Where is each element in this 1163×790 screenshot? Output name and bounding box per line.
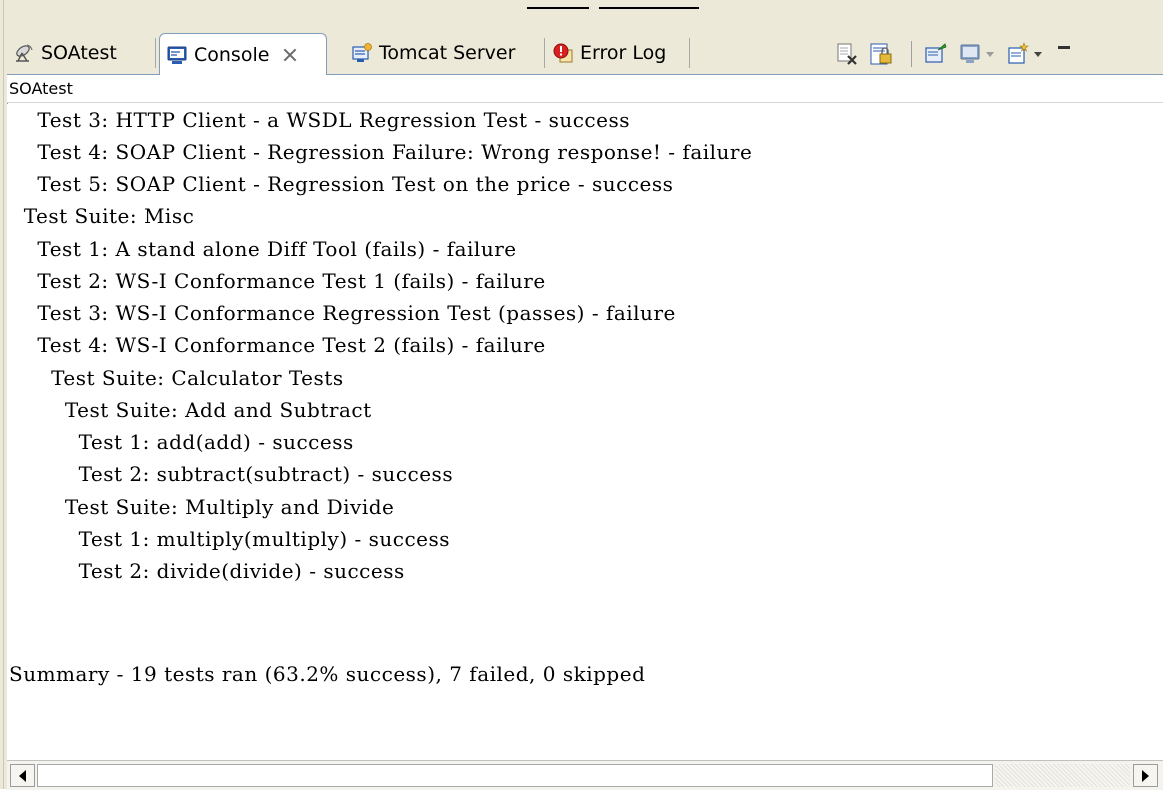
tab-label: Console bbox=[194, 43, 270, 66]
console-name-bar: SOAtest bbox=[7, 75, 1163, 103]
view-tab-bar: SOAtest Console Tomcat Server Error Log bbox=[7, 30, 1163, 75]
console-output[interactable]: Test 3: HTTP Client - a WSDL Regression … bbox=[7, 104, 1163, 760]
console-line: Test 1: multiply(multiply) - success bbox=[10, 527, 451, 551]
chevron-down-icon[interactable] bbox=[1034, 51, 1042, 57]
tab-console[interactable]: Console bbox=[159, 33, 327, 75]
console-line: Test Suite: Calculator Tests bbox=[10, 366, 344, 390]
tab-tomcat-server[interactable]: Tomcat Server bbox=[351, 34, 515, 72]
tab-separator bbox=[544, 38, 545, 68]
tab-error-log[interactable]: Error Log bbox=[552, 34, 666, 72]
console-line: Test Suite: Add and Subtract bbox=[10, 398, 372, 422]
editor-area-edge bbox=[7, 0, 1163, 31]
clear-console-icon[interactable] bbox=[833, 40, 861, 68]
console-monitor-icon bbox=[166, 44, 188, 66]
arrow-left-icon bbox=[19, 769, 26, 782]
console-line: Test 4: WS-I Conformance Test 2 (fails) … bbox=[10, 333, 546, 357]
console-line: Test Suite: Multiply and Divide bbox=[10, 495, 395, 519]
scroll-left-button[interactable] bbox=[10, 764, 35, 787]
console-line: Test 2: divide(divide) - success bbox=[10, 559, 405, 583]
error-log-icon bbox=[552, 42, 574, 64]
scroll-lock-icon[interactable] bbox=[867, 40, 895, 68]
chevron-down-icon[interactable] bbox=[986, 51, 994, 57]
display-selected-console-icon[interactable] bbox=[956, 40, 984, 68]
tab-label: SOAtest bbox=[41, 42, 117, 64]
console-line: Test 1: add(add) - success bbox=[10, 430, 354, 454]
editor-tab-underline bbox=[599, 7, 699, 9]
console-line: Test 3: WS-I Conformance Regression Test… bbox=[10, 301, 676, 325]
close-icon[interactable] bbox=[283, 48, 297, 62]
view-toolbar bbox=[833, 40, 1070, 68]
tab-soatest[interactable]: SOAtest bbox=[13, 34, 117, 72]
satellite-dish-icon bbox=[13, 42, 35, 64]
scroll-right-button[interactable] bbox=[1133, 764, 1158, 787]
console-line: Test 5: SOAP Client - Regression Test on… bbox=[10, 172, 674, 196]
console-line: Test 2: subtract(subtract) - success bbox=[10, 462, 454, 486]
console-line: Test 4: SOAP Client - Regression Failure… bbox=[10, 140, 753, 164]
tab-label: Tomcat Server bbox=[379, 42, 516, 64]
eclipse-window: SOAtest Console Tomcat Server Error Log … bbox=[0, 0, 1163, 790]
console-line: Test 2: WS-I Conformance Test 1 (fails) … bbox=[10, 269, 546, 293]
console-name: SOAtest bbox=[9, 79, 73, 98]
tab-separator bbox=[689, 38, 690, 68]
console-line: Test 3: HTTP Client - a WSDL Regression … bbox=[10, 108, 630, 132]
horizontal-scrollbar[interactable] bbox=[7, 760, 1163, 790]
minimize-icon[interactable] bbox=[1058, 45, 1070, 49]
console-line: Test Suite: Misc bbox=[10, 204, 195, 228]
tab-label: Error Log bbox=[580, 42, 667, 64]
pin-console-icon[interactable] bbox=[922, 40, 950, 68]
editor-tab-underline bbox=[527, 7, 589, 9]
console-line: Test 1: A stand alone Diff Tool (fails) … bbox=[10, 237, 517, 261]
server-icon bbox=[351, 42, 373, 64]
arrow-right-icon bbox=[1142, 769, 1149, 782]
open-console-icon[interactable] bbox=[1004, 40, 1032, 68]
scrollbar-thumb[interactable] bbox=[37, 764, 993, 787]
console-summary-line: Summary - 19 tests ran (63.2% success), … bbox=[9, 662, 646, 686]
scrollbar-track[interactable] bbox=[995, 764, 1130, 787]
toolbar-divider bbox=[911, 41, 912, 67]
tab-separator bbox=[155, 38, 156, 68]
